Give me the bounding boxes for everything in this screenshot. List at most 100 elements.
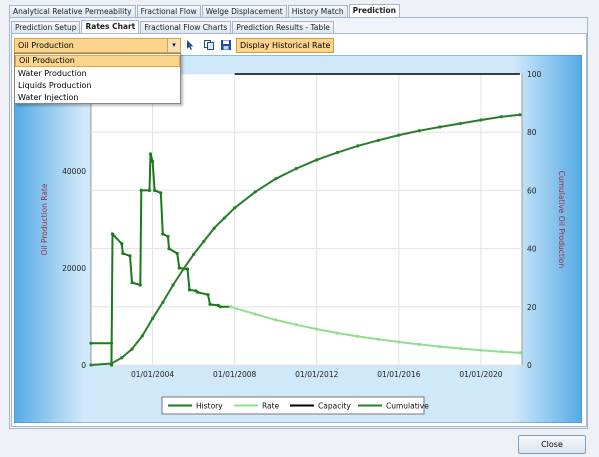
series-history-point [208, 302, 212, 306]
series-history-point [130, 280, 134, 285]
series-cumulative-point [376, 138, 380, 142]
tab-welge-displacement[interactable]: Welge Displacement [201, 5, 287, 17]
series-cumulative-point [438, 125, 442, 129]
series-cumulative-point [233, 206, 237, 210]
tab-history-match[interactable]: History Match [287, 5, 348, 17]
series-cumulative-point [120, 356, 124, 360]
series-rate-point [417, 342, 421, 346]
series-history-point [177, 266, 181, 270]
series-rate-point [518, 351, 522, 355]
series-cumulative-point [150, 316, 155, 321]
series-history-point [159, 191, 163, 195]
rates-chart-svg: 01/01/2004 01/01/2008 01/01/2012 01/01/2016… [13, 54, 583, 424]
series-cumulative-point [499, 115, 504, 119]
series-cumulative-point [89, 363, 93, 367]
subtab-prediction-setup[interactable]: Prediction Setup [11, 21, 81, 33]
x-tick-label: 01/01/2016 [377, 370, 420, 379]
x-tick-label: 01/01/2012 [295, 370, 338, 379]
series-cumulative-point [458, 121, 463, 126]
rates-chart: 01/01/2004 01/01/2008 01/01/2012 01/01/2016… [13, 54, 583, 424]
tab-analytical-relative-permeability[interactable]: Analytical Relative Permeability [9, 5, 136, 17]
series-cumulative-point [202, 239, 206, 243]
series-history-point [153, 188, 157, 192]
series-cumulative-point [417, 129, 421, 133]
cursor-icon[interactable] [184, 39, 196, 51]
y2-tick-label: 40 [527, 245, 537, 254]
y-axis-title: Oil Production Rate [40, 183, 49, 255]
series-rate-point [315, 327, 319, 331]
production-type-combo[interactable]: Oil Production ▾ [14, 38, 181, 53]
series-history-point [148, 152, 153, 156]
series-cumulative-point [171, 283, 175, 287]
series-rate-point [479, 348, 483, 352]
x-tick-label: 01/01/2004 [131, 370, 174, 379]
series-rate-point [438, 344, 442, 349]
dropdown-option-water-injection[interactable]: Water Injection [15, 92, 180, 104]
production-type-dropdown[interactable]: Oil Production Water Production Liquids Pr… [14, 53, 181, 104]
y-tick-label: 40000 [62, 167, 86, 176]
chevron-down-icon[interactable]: ▾ [167, 39, 180, 52]
series-cumulative-point [294, 166, 298, 171]
x-tick-label: 01/01/2008 [213, 370, 256, 379]
series-cumulative-point [109, 361, 114, 366]
series-history-point [185, 267, 190, 271]
subtab-rates-chart[interactable]: Rates Chart [81, 20, 140, 33]
y2-tick-label: 60 [527, 186, 537, 195]
prediction-window: Analytical Relative Permeability Fraction… [0, 0, 599, 457]
dropdown-option-water-production[interactable]: Water Production [15, 68, 180, 80]
tab-prediction[interactable]: Prediction [348, 4, 400, 17]
dropdown-option-liquids-production[interactable]: Liquids Production [15, 80, 180, 92]
legend-label-cumulative: Cumulative [386, 402, 429, 411]
series-history-point [218, 305, 222, 309]
y2-tick-label: 100 [527, 70, 542, 79]
series-rate-point [397, 340, 401, 344]
series-history-point [187, 288, 192, 292]
y2-tick-label: 0 [527, 361, 532, 370]
series-rate-point [499, 350, 504, 354]
series-cumulative-point [397, 133, 401, 137]
subtab-prediction-results-table[interactable]: Prediction Results - Table [232, 21, 334, 33]
series-rate-point [294, 323, 298, 327]
series-cumulative-point [130, 347, 134, 351]
series-cumulative-point [518, 113, 522, 117]
series-rate-point [458, 346, 463, 351]
y-tick-label: 20000 [62, 264, 86, 273]
combo-value: Oil Production [18, 41, 74, 50]
series-cumulative-point [140, 334, 144, 338]
series-history-point [196, 290, 200, 294]
series-history-point [121, 251, 125, 256]
copy-icon[interactable] [203, 39, 215, 51]
series-rate-point [376, 337, 380, 341]
series-cumulative-point [274, 177, 278, 181]
save-icon[interactable] [220, 39, 232, 51]
series-history-point [167, 247, 171, 251]
legend-label-history: History [196, 402, 223, 411]
sub-tab-strip: Prediction Setup Rates Chart Fractional Fl… [11, 20, 335, 33]
series-rate-point [335, 331, 339, 335]
series-cumulative-point [222, 216, 227, 220]
series-rate-point [253, 312, 257, 316]
close-button[interactable]: Close [518, 435, 586, 454]
series-history-point [109, 341, 114, 345]
series-history-point [120, 242, 124, 246]
series-cumulative-point [253, 190, 257, 194]
subtab-fractional-flow-charts[interactable]: Fractional Flow Charts [140, 21, 232, 33]
y-tick-label: 0 [81, 361, 86, 370]
series-cumulative-point [356, 144, 360, 148]
series-cumulative-point [479, 118, 483, 122]
legend-label-capacity: Capacity [318, 402, 351, 411]
series-history-point [138, 283, 142, 287]
series-history-point [206, 293, 210, 297]
series-history-point [150, 159, 155, 163]
dropdown-option-oil-production[interactable]: Oil Production [15, 55, 180, 67]
series-history-point [139, 188, 143, 192]
display-historical-rate-button[interactable]: Display Historical Rate [236, 38, 335, 53]
series-rate-point [274, 318, 278, 322]
series-history-point [128, 254, 132, 258]
legend-label-rate: Rate [262, 402, 280, 411]
series-cumulative-point [192, 252, 196, 257]
tab-fractional-flow[interactable]: Fractional Flow [136, 5, 201, 17]
y2-axis-title: Cumulative Oil Production [557, 171, 566, 269]
series-history-point [166, 234, 170, 239]
series-history-point [175, 251, 179, 256]
